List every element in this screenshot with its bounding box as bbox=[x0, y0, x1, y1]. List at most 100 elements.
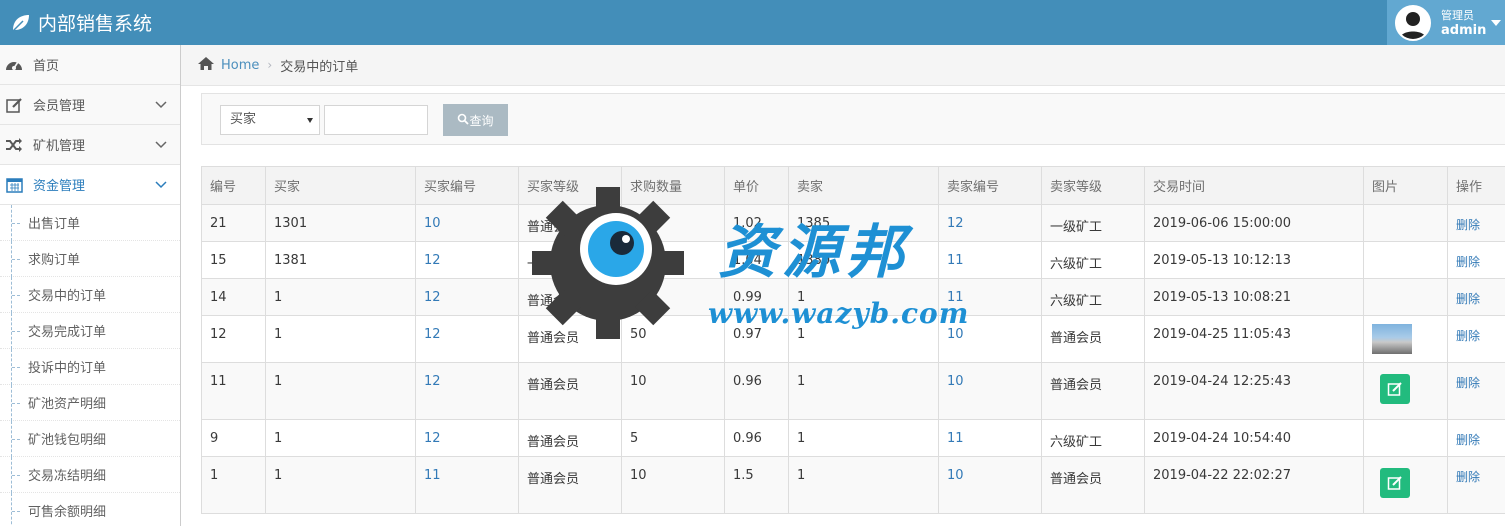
submenu-item[interactable]: 求购订单 bbox=[0, 241, 180, 277]
cell-seller-no-text[interactable]: 10 bbox=[947, 374, 964, 389]
cell-buyer-level: 普通会员 bbox=[518, 419, 622, 457]
cell-time: 2019-04-24 10:54:40 bbox=[1144, 419, 1364, 457]
cell-buyer: 1 bbox=[265, 456, 416, 514]
cell-id: 14 bbox=[201, 278, 266, 316]
cell-seller-text: 1 bbox=[797, 327, 806, 342]
cell-buyer-no[interactable]: 12 bbox=[415, 362, 519, 420]
delete-link[interactable]: 删除 bbox=[1456, 292, 1480, 306]
edit-button[interactable] bbox=[1380, 468, 1410, 498]
sidebar-item-home[interactable]: 首页 bbox=[0, 45, 180, 85]
delete-link[interactable]: 删除 bbox=[1456, 255, 1480, 269]
cell-quantity-text: 50 bbox=[630, 327, 647, 342]
cell-seller-level-text: 六级矿工 bbox=[1050, 257, 1103, 272]
cell-image bbox=[1363, 241, 1448, 279]
cell-buyer-no[interactable]: 12 bbox=[415, 315, 519, 363]
breadcrumb-home[interactable]: Home bbox=[221, 58, 259, 73]
submenu-item[interactable]: 交易冻结明细 bbox=[0, 457, 180, 493]
column-header: 操作 bbox=[1447, 166, 1505, 205]
cell-quantity: 5 bbox=[621, 278, 725, 316]
cell-buyer-no[interactable]: 12 bbox=[415, 278, 519, 316]
submenu-item[interactable]: 矿池资产明细 bbox=[0, 385, 180, 421]
cell-seller-no-text[interactable]: 11 bbox=[947, 431, 964, 446]
brand[interactable]: 内部销售系统 bbox=[10, 0, 152, 45]
cell-buyer-no-text[interactable]: 12 bbox=[424, 253, 441, 268]
cell-buyer-no[interactable]: 12 bbox=[415, 241, 519, 279]
cell-seller-no[interactable]: 10 bbox=[938, 362, 1042, 420]
cell-id-text: 1 bbox=[210, 468, 219, 483]
cell-seller-no[interactable]: 10 bbox=[938, 456, 1042, 514]
cell-action: 删除 bbox=[1447, 315, 1505, 363]
cell-seller-no-text[interactable]: 12 bbox=[947, 216, 964, 231]
cell-buyer-no-text[interactable]: 11 bbox=[424, 468, 441, 483]
sidebar-item-funds[interactable]: 资金管理 bbox=[0, 165, 180, 205]
cell-time: 2019-04-25 11:05:43 bbox=[1144, 315, 1364, 363]
table-header-row: 编号 买家 买家编号 买家等级 求购数量 单价 卖家 卖家编号 卖家等级 交易时… bbox=[201, 166, 1505, 205]
sidebar-item-miners[interactable]: 矿机管理 bbox=[0, 125, 180, 165]
cell-seller-no[interactable]: 10 bbox=[938, 315, 1042, 363]
app-title: 内部销售系统 bbox=[38, 13, 153, 35]
submenu-item[interactable]: 投诉中的订单 bbox=[0, 349, 180, 385]
search-input[interactable] bbox=[324, 105, 428, 135]
search-button[interactable]: 查询 bbox=[443, 104, 508, 136]
submenu-item[interactable]: 交易中的订单 bbox=[0, 277, 180, 313]
delete-link[interactable]: 删除 bbox=[1456, 329, 1480, 343]
cell-buyer-no-text[interactable]: 12 bbox=[424, 327, 441, 342]
user-info: 管理员 admin bbox=[1441, 8, 1486, 38]
user-menu[interactable]: 管理员 admin bbox=[1387, 0, 1505, 45]
submenu-item[interactable]: 交易完成订单 bbox=[0, 313, 180, 349]
submenu-item[interactable]: 可售余额明细 bbox=[0, 493, 180, 526]
cell-buyer-no-text[interactable]: 12 bbox=[424, 290, 441, 305]
cell-buyer-no[interactable]: 10 bbox=[415, 204, 519, 242]
edit-button[interactable] bbox=[1380, 374, 1410, 404]
cell-buyer-no[interactable]: 12 bbox=[415, 419, 519, 457]
delete-link[interactable]: 删除 bbox=[1456, 433, 1480, 447]
submenu-item[interactable]: 矿池钱包明细 bbox=[0, 421, 180, 457]
cell-buyer-no-text[interactable]: 12 bbox=[424, 374, 441, 389]
cell-seller-no[interactable]: 11 bbox=[938, 278, 1042, 316]
delete-link[interactable]: 删除 bbox=[1456, 470, 1480, 484]
cell-buyer-level-text: 普通会员 bbox=[527, 331, 580, 346]
cell-seller-no-text[interactable]: 10 bbox=[947, 468, 964, 483]
column-header: 图片 bbox=[1363, 166, 1448, 205]
cell-seller-text: 1 bbox=[797, 468, 806, 483]
cell-seller: 1380 bbox=[788, 241, 939, 279]
table-row: 21 1301 10 普通会员 50 1.02 1385 12 一级矿工 2019-06-06 1… bbox=[201, 204, 1505, 242]
sidebar-item-label: 会员管理 bbox=[33, 99, 86, 114]
cell-time: 2019-06-06 15:00:00 bbox=[1144, 204, 1364, 242]
cell-buyer-no-text[interactable]: 12 bbox=[424, 431, 441, 446]
cell-time-text: 2019-04-22 22:02:27 bbox=[1153, 468, 1292, 483]
search-field-select[interactable]: 买家 bbox=[220, 105, 320, 135]
cell-seller-no[interactable]: 11 bbox=[938, 241, 1042, 279]
delete-link[interactable]: 删除 bbox=[1456, 218, 1480, 232]
cell-buyer-no[interactable]: 11 bbox=[415, 456, 519, 514]
cell-seller: 1385 bbox=[788, 204, 939, 242]
delete-link[interactable]: 删除 bbox=[1456, 376, 1480, 390]
cell-quantity: 10 bbox=[621, 456, 725, 514]
cell-id-text: 15 bbox=[210, 253, 227, 268]
cell-quantity: 50 bbox=[621, 315, 725, 363]
cell-seller-no-text[interactable]: 11 bbox=[947, 253, 964, 268]
order-photo-thumbnail[interactable] bbox=[1372, 324, 1412, 354]
cell-id: 9 bbox=[201, 419, 266, 457]
leaf-icon bbox=[10, 12, 32, 34]
column-header: 买家等级 bbox=[518, 166, 622, 205]
cell-seller-level: 普通会员 bbox=[1041, 315, 1145, 363]
cell-time: 2019-05-13 10:08:21 bbox=[1144, 278, 1364, 316]
cell-buyer-no-text[interactable]: 10 bbox=[424, 216, 441, 231]
sidebar-item-members[interactable]: 会员管理 bbox=[0, 85, 180, 125]
cell-seller-level: 一级矿工 bbox=[1041, 204, 1145, 242]
cell-action: 删除 bbox=[1447, 419, 1505, 457]
top-navbar: 内部销售系统 管理员 admin bbox=[0, 0, 1505, 45]
cell-id-text: 11 bbox=[210, 374, 227, 389]
cell-buyer-level: 一级矿工 bbox=[518, 241, 622, 279]
submenu-item[interactable]: 出售订单 bbox=[0, 205, 180, 241]
cell-seller-no[interactable]: 11 bbox=[938, 419, 1042, 457]
breadcrumb-current: 交易中的订单 bbox=[280, 59, 359, 75]
cell-seller-no-text[interactable]: 10 bbox=[947, 327, 964, 342]
cell-seller-no-text[interactable]: 11 bbox=[947, 290, 964, 305]
cell-buyer-level: 普通会员 bbox=[518, 456, 622, 514]
cell-seller-level-text: 一级矿工 bbox=[1050, 220, 1103, 235]
cell-quantity-text: 10 bbox=[630, 374, 647, 389]
cell-time-text: 2019-04-25 11:05:43 bbox=[1153, 327, 1292, 342]
cell-seller-no[interactable]: 12 bbox=[938, 204, 1042, 242]
